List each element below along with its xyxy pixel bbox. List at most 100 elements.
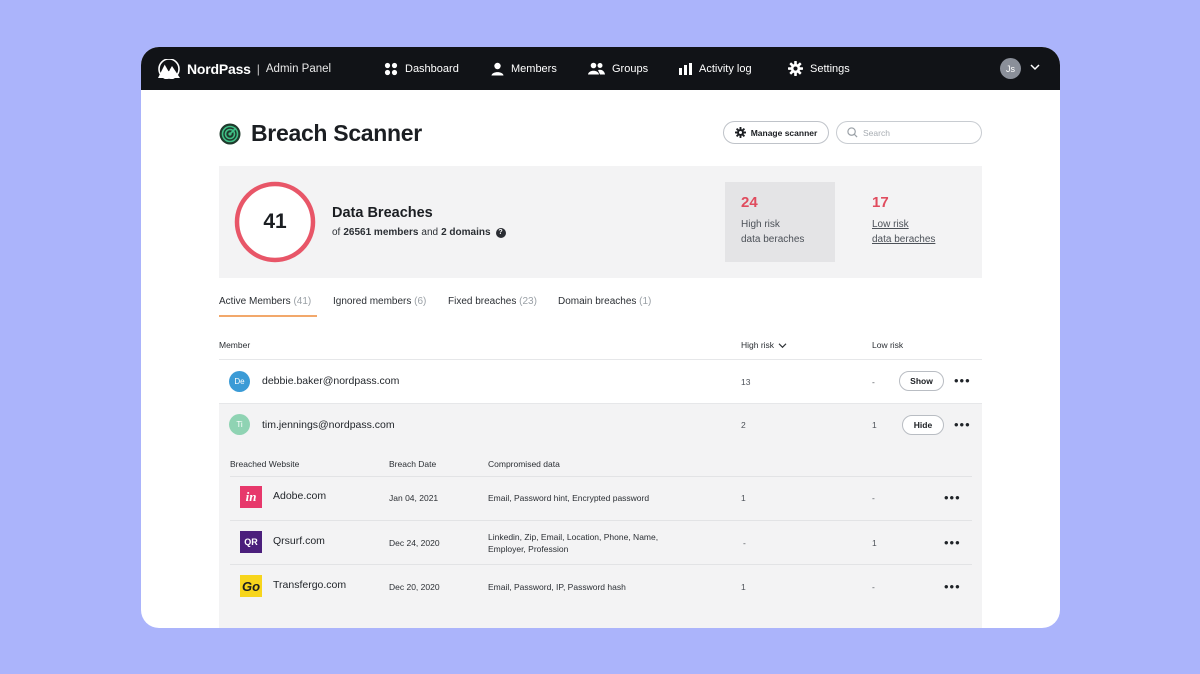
divider [230, 564, 972, 565]
column-header-breach-date: Breach Date [389, 459, 437, 469]
tab-count: (6) [414, 296, 427, 307]
high-risk-label: High risk data beraches [741, 217, 835, 247]
high-risk-count: 24 [741, 194, 758, 211]
sort-chevron-down-icon [778, 342, 787, 348]
nav-members[interactable]: Members [491, 47, 557, 90]
data-breaches-subtitle: of 26561 members and 2 domains ? [332, 227, 506, 238]
nav-settings[interactable]: Settings [788, 47, 850, 90]
hide-button[interactable]: Hide [902, 415, 944, 435]
nav-dashboard-label: Dashboard [405, 62, 459, 75]
tab-domain-breaches[interactable]: Domain breaches (1) [558, 296, 651, 307]
brand-subtitle: Admin Panel [265, 63, 332, 75]
brand-separator: | [256, 62, 260, 76]
breached-site-name[interactable]: Adobe.com [273, 490, 326, 502]
help-icon[interactable]: ? [495, 227, 506, 238]
page-title: Breach Scanner [251, 120, 422, 146]
bar-chart-icon [679, 62, 692, 75]
brand[interactable]: NordPass | Admin Panel [157, 59, 331, 79]
nav-groups[interactable]: Groups [588, 47, 648, 90]
breach-total: 41 [263, 210, 287, 233]
nav-groups-label: Groups [612, 62, 649, 75]
app-window: NordPass | Admin Panel Dashboard Members… [141, 47, 1060, 628]
member-avatar: De [229, 371, 250, 392]
member-avatar: Ti [229, 414, 250, 435]
user-icon [491, 62, 504, 75]
tab-count: (23) [519, 296, 537, 307]
gear-icon [788, 61, 803, 76]
low-risk-card[interactable]: 17 Low risk data beraches [856, 182, 966, 262]
low-risk-label-line1: Low risk [872, 219, 909, 230]
manage-scanner-label: Manage scanner [750, 127, 818, 138]
nav-settings-label: Settings [810, 62, 850, 75]
chevron-down-icon[interactable] [1030, 63, 1040, 71]
manage-scanner-button[interactable]: Manage scanner [723, 121, 829, 144]
site-logo: QR [240, 531, 262, 553]
compromised-data: Email, Password hint, Encrypted password [488, 493, 650, 503]
low-risk-label[interactable]: Low risk data beraches [872, 217, 966, 247]
tab-label: Ignored members [333, 296, 412, 307]
radar-icon [219, 123, 241, 145]
column-header-breached-website: Breached Website [230, 459, 300, 469]
divider [230, 476, 972, 477]
low-risk-label-line2: data beraches [872, 234, 936, 245]
member-high-risk-count: 2 [741, 420, 746, 430]
breach-high-risk: - [743, 538, 746, 548]
breach-date: Dec 24, 2020 [389, 538, 440, 548]
nav-activity-log[interactable]: Activity log [679, 47, 752, 90]
more-options-icon[interactable]: ••• [944, 491, 961, 504]
nav-dashboard[interactable]: Dashboard [384, 47, 459, 90]
tab-label: Domain breaches [558, 296, 637, 307]
top-navigation-bar: NordPass | Admin Panel Dashboard Members… [141, 47, 1060, 90]
breach-low-risk: 1 [872, 538, 877, 548]
breach-high-risk: 1 [741, 582, 746, 592]
breached-site-name[interactable]: Transfergo.com [273, 579, 346, 591]
member-low-risk-count: 1 [872, 420, 877, 430]
member-email[interactable]: debbie.baker@nordpass.com [262, 375, 399, 387]
show-button[interactable]: Show [899, 371, 944, 391]
divider [230, 520, 972, 521]
more-options-icon[interactable]: ••• [944, 580, 961, 593]
site-logo: Go [240, 575, 262, 597]
column-header-compromised-data: Compromised data [488, 459, 560, 469]
tab-count: (1) [639, 296, 652, 307]
compromised-data: Email, Password, IP, Password hash [488, 582, 626, 592]
members-count: 26561 members [343, 227, 419, 238]
domains-count: 2 domains [441, 227, 491, 238]
dashboard-icon [384, 62, 398, 75]
high-risk-card[interactable]: 24 High risk data beraches [725, 182, 835, 262]
tab-label: Fixed breaches [448, 296, 517, 307]
brand-name: NordPass [187, 61, 251, 77]
member-high-risk-count: 13 [741, 377, 751, 387]
search-icon [847, 127, 858, 138]
tab-fixed-breaches[interactable]: Fixed breaches (23) [448, 296, 537, 307]
divider [219, 359, 982, 360]
user-avatar[interactable]: Js [1000, 58, 1021, 79]
tab-active-members[interactable]: Active Members (41) [219, 296, 311, 307]
site-logo: in [240, 486, 262, 508]
nordpass-logo-icon [158, 59, 180, 79]
breach-low-risk: - [872, 493, 875, 503]
breached-site-name[interactable]: Qrsurf.com [273, 535, 325, 547]
search-input[interactable] [863, 127, 973, 138]
breach-date: Jan 04, 2021 [389, 493, 439, 503]
breach-summary: 41 Data Breaches of 26561 members and 2 … [219, 166, 982, 278]
more-options-icon[interactable]: ••• [954, 374, 971, 387]
column-header-member: Member [219, 340, 251, 350]
low-risk-count: 17 [872, 194, 889, 211]
high-risk-label-line1: High risk [741, 219, 780, 230]
nav-activity-log-label: Activity log [699, 62, 752, 75]
more-options-icon[interactable]: ••• [954, 418, 971, 431]
tab-label: Active Members [219, 296, 291, 307]
nav-members-label: Members [511, 62, 557, 75]
subtitle-and: and [421, 227, 439, 238]
gear-icon [734, 127, 746, 138]
tab-ignored-members[interactable]: Ignored members (6) [333, 296, 426, 307]
breach-low-risk: - [872, 582, 875, 592]
column-header-high-risk[interactable]: High risk [741, 340, 787, 350]
search-box[interactable] [836, 121, 982, 144]
compromised-data: Linkedin, Zip, Email, Location, Phone, N… [488, 532, 659, 554]
more-options-icon[interactable]: ••• [944, 536, 961, 549]
member-email[interactable]: tim.jennings@nordpass.com [262, 419, 395, 431]
breach-high-risk: 1 [741, 493, 746, 503]
active-tab-indicator [219, 315, 317, 317]
